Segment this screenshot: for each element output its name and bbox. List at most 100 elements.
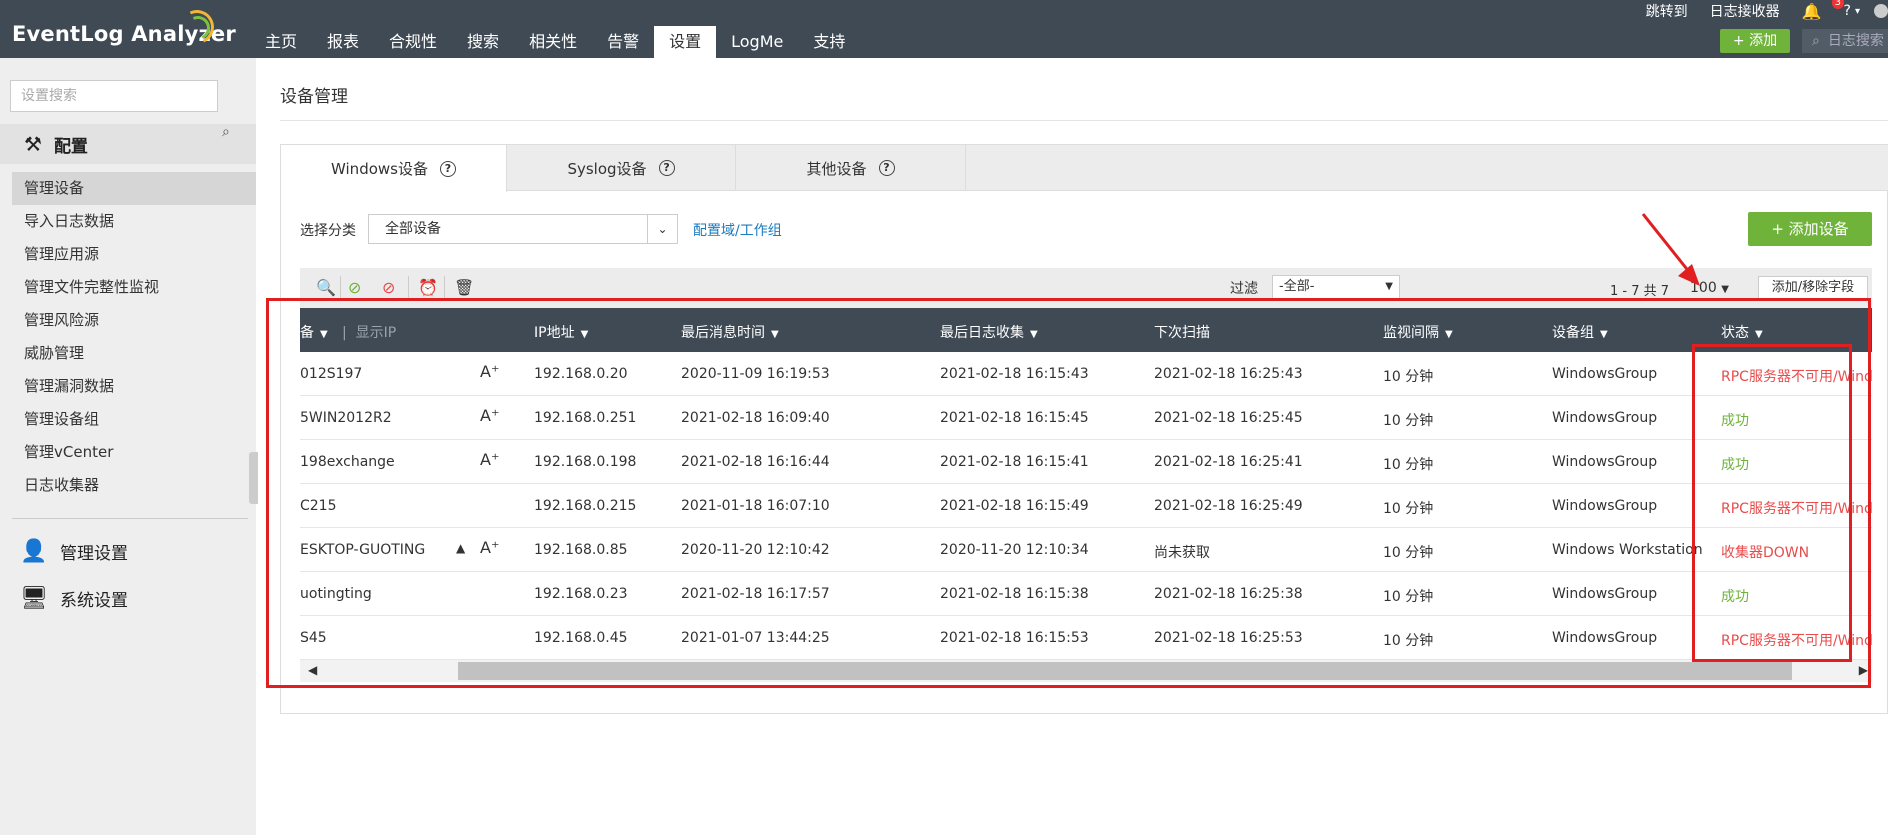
nav-item-search[interactable]: 搜索 bbox=[452, 26, 514, 58]
nav-item-correlation[interactable]: 相关性 bbox=[514, 26, 592, 58]
add-device-button[interactable]: + 添加设备 bbox=[1748, 212, 1872, 246]
chevron-down-icon[interactable]: ▾ bbox=[1855, 6, 1860, 17]
table-row[interactable]: C215 192.168.0.215 2021-01-18 16:07:10 2021… bbox=[300, 484, 1872, 528]
top-add-button[interactable]: + 添加 bbox=[1720, 29, 1790, 53]
cell-ip: 192.168.0.251 bbox=[534, 410, 637, 426]
add-agent-icon[interactable]: A⁺ bbox=[480, 450, 499, 469]
help-icon[interactable]: ? bbox=[439, 160, 456, 177]
sidebar-item-manage-devices[interactable]: 管理设备 bbox=[12, 172, 256, 205]
cell-ip: 192.168.0.85 bbox=[534, 542, 628, 558]
sidebar-section-config[interactable]: ⚒ 配置 bbox=[0, 124, 256, 164]
col-next-scan[interactable]: 下次扫描 bbox=[1154, 322, 1210, 342]
cell-ip: 192.168.0.20 bbox=[534, 366, 628, 382]
filter-select[interactable]: -全部- ▼ bbox=[1272, 275, 1400, 299]
col-status[interactable]: 状态 ▼ bbox=[1721, 322, 1763, 342]
col-ip[interactable]: IP地址 ▼ bbox=[534, 322, 588, 342]
help-icon[interactable]: ? bbox=[658, 160, 675, 176]
col-group[interactable]: 设备组 ▼ bbox=[1552, 322, 1608, 342]
sort-icon: ▼ bbox=[771, 329, 779, 340]
nav-item-home[interactable]: 主页 bbox=[250, 26, 312, 58]
cell-device[interactable]: 5WIN2012R2 bbox=[300, 410, 392, 426]
alarm-clock-icon[interactable]: ⏰ bbox=[418, 278, 438, 297]
sidebar-item-import-logs[interactable]: 导入日志数据 bbox=[12, 205, 256, 238]
sidebar-item-app-sources[interactable]: 管理应用源 bbox=[12, 238, 256, 271]
col-device[interactable]: 备 ▼ bbox=[300, 322, 328, 342]
grid-toolbar: 🔍 ⊘ ⊘ ⏰ 🗑 过滤 -全部- ▼ 1 - 7 共 7 100 ▼ 添加/移… bbox=[300, 268, 1872, 308]
sidebar-item-threat-management[interactable]: 威胁管理 bbox=[12, 337, 256, 370]
cell-group: WindowsGroup bbox=[1552, 454, 1658, 470]
user-gear-icon: 👤 bbox=[20, 538, 48, 564]
table-row[interactable]: 5WIN2012R2 192.168.0.251 2021-02-18 16:09:… bbox=[300, 396, 1872, 440]
table-row[interactable]: 198exchange 192.168.0.198 2021-02-18 16:16… bbox=[300, 440, 1872, 484]
nav-item-settings[interactable]: 设置 bbox=[654, 26, 717, 58]
toolbar-divider bbox=[340, 276, 341, 298]
add-agent-icon[interactable]: A⁺ bbox=[480, 406, 499, 425]
cell-interval: 10 分钟 bbox=[1383, 457, 1434, 473]
scrollbar-thumb[interactable] bbox=[458, 662, 1792, 680]
tab-windows-devices[interactable]: Windows设备? bbox=[281, 145, 507, 192]
table-row[interactable]: ESKTOP-GUOTING 192.168.0.85 2020-11-20 12:… bbox=[300, 528, 1872, 572]
sidebar-item-vcenter[interactable]: 管理vCenter bbox=[12, 436, 256, 469]
horizontal-scrollbar[interactable]: ◀ ▶ bbox=[300, 660, 1872, 682]
sidebar-item-vulnerability-data[interactable]: 管理漏洞数据 bbox=[12, 370, 256, 403]
log-receiver-link[interactable]: 日志接收器 bbox=[1710, 1, 1780, 21]
disable-icon[interactable]: ⊘ bbox=[382, 278, 395, 297]
tab-syslog-devices[interactable]: Syslog设备? bbox=[507, 145, 736, 191]
search-icon[interactable]: ⌕ bbox=[222, 124, 230, 140]
log-search-input[interactable]: ⌕ 日志搜索 bbox=[1802, 29, 1888, 53]
nav-item-compliance[interactable]: 合规性 bbox=[374, 26, 452, 58]
col-group-label: 设备组 bbox=[1552, 325, 1594, 341]
nav-item-support[interactable]: 支持 bbox=[798, 26, 860, 58]
sidebar-collapse-handle[interactable] bbox=[249, 452, 258, 504]
cell-interval: 10 分钟 bbox=[1383, 633, 1434, 649]
enable-icon[interactable]: ⊘ bbox=[348, 278, 361, 297]
user-icon[interactable]: ▲ bbox=[456, 541, 465, 555]
cell-interval: 10 分钟 bbox=[1383, 545, 1434, 561]
user-avatar[interactable] bbox=[1874, 4, 1888, 18]
settings-search-input[interactable]: 设置搜索 bbox=[10, 80, 218, 112]
cell-group: WindowsGroup bbox=[1552, 586, 1658, 602]
cell-device[interactable]: ESKTOP-GUOTING bbox=[300, 542, 425, 558]
table-row[interactable]: S45 192.168.0.45 2021-01-07 13:44:25 2021-0… bbox=[300, 616, 1872, 660]
help-icon[interactable]: ? bbox=[878, 160, 895, 176]
scroll-right-icon[interactable]: ▶ bbox=[1859, 663, 1868, 677]
scroll-left-icon[interactable]: ◀ bbox=[308, 663, 317, 677]
cell-status: 成功 bbox=[1721, 413, 1749, 429]
help-icon[interactable]: ? bbox=[1844, 3, 1851, 19]
sidebar-item-device-groups[interactable]: 管理设备组 bbox=[12, 403, 256, 436]
col-display-ip-toggle[interactable]: | 显示IP bbox=[342, 322, 396, 342]
nav-item-alerts[interactable]: 告警 bbox=[592, 26, 654, 58]
sidebar-section-manage-settings[interactable]: 👤 管理设置 bbox=[20, 536, 128, 566]
cell-status: 收集器DOWN bbox=[1721, 545, 1810, 561]
page-size-select[interactable]: 100 ▼ bbox=[1690, 280, 1729, 296]
col-last-message[interactable]: 最后消息时间 ▼ bbox=[681, 322, 779, 342]
cell-device[interactable]: uotingting bbox=[300, 586, 372, 602]
col-last-collect[interactable]: 最后日志收集 ▼ bbox=[940, 322, 1038, 342]
bell-icon[interactable]: 🔔 3 bbox=[1802, 0, 1844, 21]
sidebar-section-system-settings[interactable]: 🖥 系统设置 bbox=[20, 583, 128, 613]
sidebar-item-risk-sources[interactable]: 管理风险源 bbox=[12, 304, 256, 337]
sidebar-item-log-collectors[interactable]: 日志收集器 bbox=[12, 469, 256, 502]
add-agent-icon[interactable]: A⁺ bbox=[480, 538, 499, 557]
add-remove-fields-button[interactable]: 添加/移除字段 bbox=[1758, 276, 1868, 300]
cell-device[interactable]: S45 bbox=[300, 630, 327, 646]
category-select[interactable]: 全部设备 ⌄ bbox=[368, 214, 678, 244]
jump-to-link[interactable]: 跳转到 bbox=[1646, 1, 1688, 21]
tab-other-devices[interactable]: 其他设备? bbox=[736, 145, 966, 191]
nav-item-reports[interactable]: 报表 bbox=[312, 26, 374, 58]
cell-last-msg: 2021-02-18 16:16:44 bbox=[681, 454, 830, 470]
sidebar-item-file-integrity[interactable]: 管理文件完整性监视 bbox=[12, 271, 256, 304]
cell-device[interactable]: 198exchange bbox=[300, 454, 395, 470]
table-row[interactable]: uotingting 192.168.0.23 2021-02-18 16:17:5… bbox=[300, 572, 1872, 616]
cell-device[interactable]: C215 bbox=[300, 498, 337, 514]
table-row[interactable]: 012S197 192.168.0.20 2020-11-09 16:19:53 20… bbox=[300, 352, 1872, 396]
cell-interval: 10 分钟 bbox=[1383, 369, 1434, 385]
cell-device[interactable]: 012S197 bbox=[300, 366, 362, 382]
search-zoom-icon[interactable]: 🔍 bbox=[316, 278, 336, 297]
col-last-message-label: 最后消息时间 bbox=[681, 325, 765, 341]
col-interval[interactable]: 监视间隔 ▼ bbox=[1383, 322, 1453, 342]
nav-item-logme[interactable]: LogMe bbox=[716, 26, 798, 58]
trash-icon[interactable]: 🗑 bbox=[454, 278, 474, 297]
configure-domain-link[interactable]: 配置域/工作组 bbox=[693, 220, 782, 240]
add-agent-icon[interactable]: A⁺ bbox=[480, 362, 499, 381]
